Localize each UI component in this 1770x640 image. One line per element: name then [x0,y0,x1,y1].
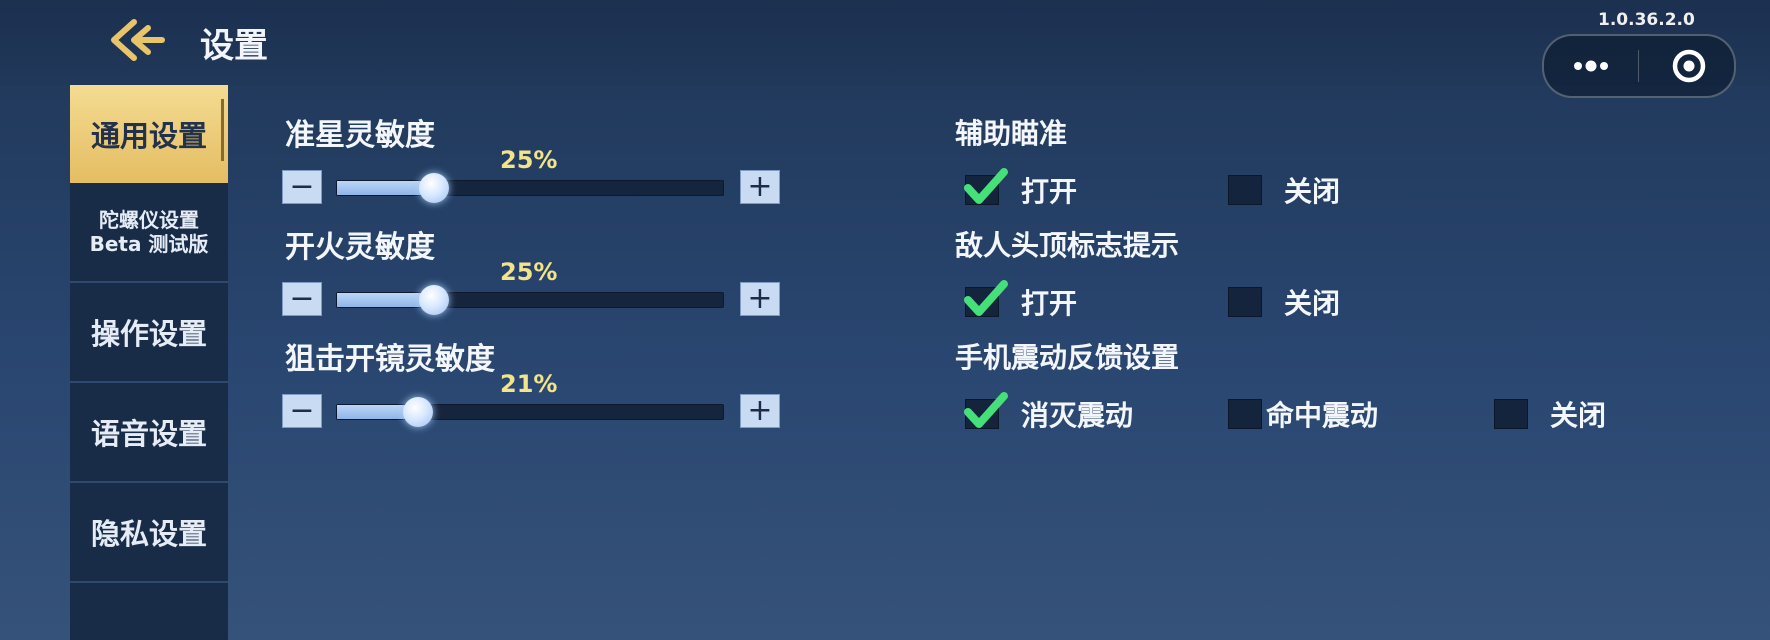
checkbox[interactable] [964,392,1008,429]
enemy-marker-on-option[interactable]: 打开 [964,280,1078,322]
checkbox[interactable] [1494,399,1528,429]
vibration-kill-option[interactable]: 消灭震动 [964,392,1134,434]
sidebar-item-controls[interactable]: 操作设置 [70,283,228,383]
sidebar-item-privacy[interactable]: 隐私设置 [70,483,228,583]
mini-program-capsule [1542,34,1736,98]
aim-assist-off-option[interactable]: 关闭 [1228,170,1340,210]
capsule-close-button[interactable] [1664,42,1714,90]
option-label: 关闭 [1550,399,1607,432]
option-label: 消灭震动 [1021,399,1134,432]
checkmark-icon [964,392,1008,428]
checkbox[interactable] [964,168,1008,205]
capsule-close-icon [1672,49,1706,83]
crosshair-sensitivity-slider[interactable] [336,173,724,203]
sidebar-item-general[interactable]: 通用设置 [70,85,228,183]
crosshair-sensitivity-label: 准星灵敏度 [285,118,435,153]
fire-sensitivity-percent: 25% [500,258,558,286]
option-label: 打开 [1021,175,1078,208]
fire-sensitivity-increase-button[interactable]: + [740,282,780,316]
sniper-scope-sensitivity-slider[interactable] [336,397,724,427]
checkbox[interactable] [1228,399,1262,429]
crosshair-sensitivity-percent: 25% [500,146,558,174]
version-label: 1.0.36.2.0 [1598,10,1695,30]
checkmark-icon [964,280,1008,316]
fire-sensitivity-label: 开火灵敏度 [285,230,435,265]
sniper-scope-sensitivity-percent: 21% [500,370,558,398]
sidebar-item-label: 陀螺仪设置 [99,208,199,232]
sidebar-item-sublabel: Beta 测试版 [89,232,209,256]
sidebar-item-label: 隐私设置 [90,517,207,551]
crosshair-sensitivity-decrease-button[interactable]: − [282,170,322,204]
checkbox[interactable] [1228,175,1262,205]
vibration-feedback-heading: 手机震动反馈设置 [955,341,1180,374]
aim-assist-heading: 辅助瞄准 [955,117,1068,150]
more-button[interactable] [1566,42,1616,90]
enemy-marker-off-option[interactable]: 关闭 [1228,282,1340,322]
slider-handle[interactable] [403,397,434,427]
option-label: 关闭 [1284,175,1341,208]
vibration-hit-option[interactable]: 命中震动 [1228,394,1378,434]
back-button[interactable] [108,18,166,62]
option-label: 命中震动 [1266,399,1379,432]
sniper-scope-sensitivity-decrease-button[interactable]: − [282,394,322,428]
checkmark-icon [964,168,1008,204]
sidebar: 通用设置 陀螺仪设置 Beta 测试版 操作设置 语音设置 隐私设置 [70,85,228,640]
vibration-off-option[interactable]: 关闭 [1494,394,1606,434]
capsule-divider [1638,50,1639,82]
sniper-scope-sensitivity-increase-button[interactable]: + [740,394,780,428]
fire-sensitivity-slider[interactable] [336,285,724,315]
sidebar-item-voice[interactable]: 语音设置 [70,383,228,483]
aim-assist-on-option[interactable]: 打开 [964,168,1078,210]
sidebar-item-label: 通用设置 [90,119,207,153]
active-indicator [221,99,224,161]
slider-handle[interactable] [418,285,449,315]
more-dots-icon [1574,60,1608,72]
back-arrow-icon [111,19,165,61]
sidebar-item-label: 语音设置 [90,417,207,451]
option-label: 打开 [1021,287,1078,320]
sniper-scope-sensitivity-label: 狙击开镜灵敏度 [285,342,495,377]
crosshair-sensitivity-increase-button[interactable]: + [740,170,780,204]
sidebar-item-label: 操作设置 [90,317,207,351]
checkbox[interactable] [964,280,1008,317]
sidebar-empty-slot [70,583,228,640]
slider-handle[interactable] [418,173,449,203]
option-label: 关闭 [1284,287,1341,320]
page-title: 设置 [200,26,268,66]
sidebar-item-gyroscope[interactable]: 陀螺仪设置 Beta 测试版 [70,183,228,283]
checkbox[interactable] [1228,287,1262,317]
fire-sensitivity-decrease-button[interactable]: − [282,282,322,316]
enemy-marker-heading: 敌人头顶标志提示 [955,229,1180,262]
